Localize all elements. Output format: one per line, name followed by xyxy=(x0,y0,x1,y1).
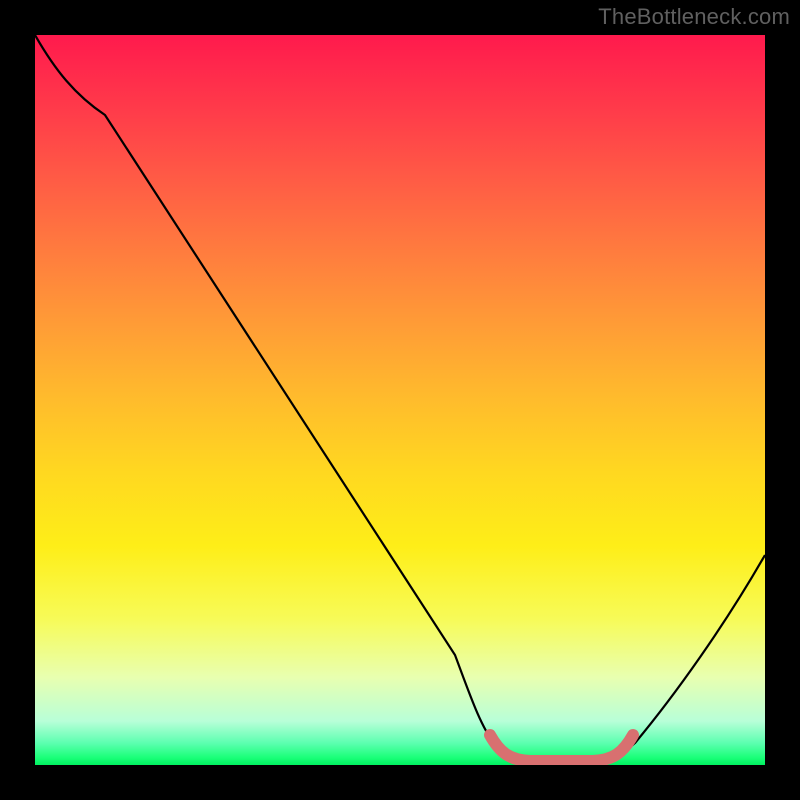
optimal-range-highlight xyxy=(490,735,633,761)
bottleneck-curve-line xyxy=(35,35,765,763)
plot-area xyxy=(35,35,765,765)
chart-frame: TheBottleneck.com xyxy=(0,0,800,800)
curve-layer xyxy=(35,35,765,765)
watermark-label: TheBottleneck.com xyxy=(598,4,790,30)
